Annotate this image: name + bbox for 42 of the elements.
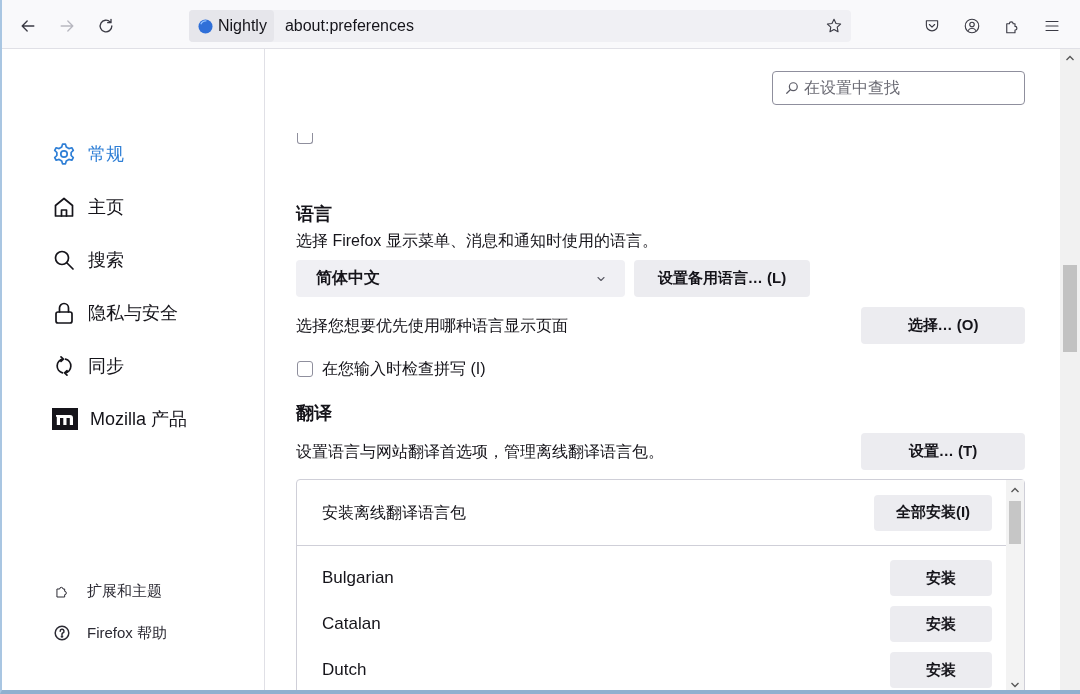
logo-icon [52, 407, 78, 430]
help-icon [54, 625, 70, 641]
install-button[interactable]: 安装 [890, 652, 992, 688]
section-description: 设置语言与网站翻译首选项，管理离线翻译语言包。 [296, 441, 664, 462]
settings-button[interactable]: 设置… (T) [861, 433, 1025, 470]
checkbox[interactable] [297, 361, 313, 377]
section-heading: 翻译 [296, 402, 333, 425]
setting-label: 选择您想要优先使用哪种语言显示页面 [296, 315, 568, 336]
search-field[interactable]: 在设置中查找 [772, 71, 1025, 105]
page-scrollbar[interactable] [1060, 49, 1080, 690]
alternate-languages-button[interactable]: 设置备用语言… (L) [634, 260, 810, 297]
identity-box[interactable]: Nightly [189, 10, 274, 42]
lock-icon [52, 300, 76, 325]
language-dropdown[interactable]: 简体中文 [296, 260, 625, 297]
sidebar-item[interactable]: 主页 [2, 180, 264, 233]
checkbox[interactable] [297, 133, 313, 144]
language-name: Catalan [322, 614, 381, 634]
sidebar-item[interactable]: Mozilla 产品 [2, 392, 264, 445]
sidebar-item[interactable]: 同步 [2, 339, 264, 392]
sidebar-item[interactable]: 搜索 [2, 233, 264, 286]
choose-button[interactable]: 选择… (O) [861, 307, 1025, 344]
gear-icon [52, 141, 76, 166]
list-scrollbar[interactable] [1006, 480, 1024, 690]
url-text: about:preferences [284, 17, 414, 35]
sidebar-link[interactable]: 扩展和主题 [2, 570, 264, 612]
sidebar-item[interactable]: 隐私与安全 [2, 286, 264, 339]
orb-icon [198, 18, 213, 34]
install-all-button[interactable]: 全部安装(I) [874, 494, 992, 531]
account-icon [963, 17, 981, 35]
sidebar-link[interactable]: Firefox 帮助 [2, 612, 264, 654]
install-button[interactable]: 安装 [890, 606, 992, 642]
section-description: 选择 Firefox 显示菜单、消息和通知时使用的语言。 [296, 231, 659, 251]
checkbox-label: 在您输入时检查拼写 (I) [322, 359, 486, 379]
list-title: 安装离线翻译语言包 [322, 502, 466, 523]
star-icon [825, 17, 843, 35]
language-name: Dutch [322, 660, 367, 680]
language-name: Bulgarian [322, 568, 394, 588]
search-icon [785, 81, 799, 95]
install-button[interactable]: 安装 [890, 560, 992, 596]
address-bar[interactable]: Nightly about:preferences [189, 10, 851, 42]
sidebar-item[interactable]: 常规 [2, 127, 264, 180]
section-heading: 语言 [296, 203, 333, 226]
